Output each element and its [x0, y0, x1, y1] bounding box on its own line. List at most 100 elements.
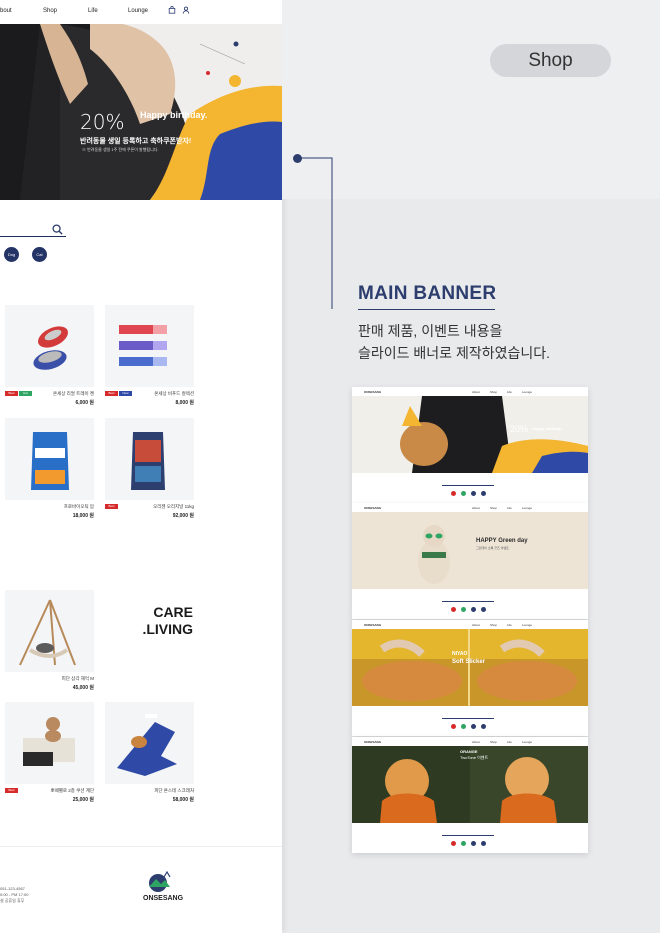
section-pill-shop: Shop — [490, 44, 611, 77]
main-banner-description: 판매 제품, 이벤트 내용을 슬라이드 배너로 제작하였습니다. — [358, 320, 550, 364]
product-name[interactable]: 오리젠 오리지널 11kg — [104, 504, 194, 510]
product-card[interactable] — [105, 418, 194, 500]
preview-banner-birthday: 20% Happy birthday. — [352, 396, 588, 473]
product-card[interactable] — [5, 305, 94, 387]
preview-search — [442, 485, 494, 486]
product-price: 45,000 원 — [72, 685, 94, 691]
orange-cat-grooming-image — [352, 629, 588, 706]
product-pouches-image — [119, 325, 167, 366]
product-name[interactable]: 온세상 비푸드 컬렉션 — [104, 391, 194, 397]
care-heading-line2: .LIVING — [142, 621, 193, 637]
preview-dot — [451, 491, 456, 496]
preview-nav-item: Life — [507, 506, 512, 510]
preview-dot — [481, 841, 486, 846]
product-card[interactable] — [5, 590, 94, 672]
preview-banner-slicker: NIYAO Soft Slicker — [352, 629, 588, 706]
category-dog-button[interactable]: Dog — [4, 247, 19, 262]
product-price: 58,000 원 — [172, 797, 194, 803]
preview-dot — [481, 491, 486, 496]
preview-nav-item: About — [472, 506, 480, 510]
preview-nav-item: Life — [507, 740, 512, 744]
product-scratcher-image — [117, 714, 177, 776]
title-underline — [358, 309, 495, 310]
preview-dot — [451, 607, 456, 612]
product-price: 25,000 원 — [72, 797, 94, 803]
cart-icon[interactable] — [168, 6, 176, 14]
nav-item-shop[interactable]: Shop — [43, 8, 57, 14]
preview-search — [442, 718, 494, 719]
hero-banner[interactable]: 20% Happy birthday. 반려동물 생일 등록하고 축하쿠폰받자!… — [0, 24, 282, 200]
product-name[interactable]: 피단 욘스테 스크래처 — [104, 788, 194, 794]
preview-nav-item: Lounge — [522, 506, 533, 510]
preview-nav-item: About — [472, 390, 480, 394]
preview-nav: ONSESANG About Shop Life Lounge — [352, 503, 588, 512]
preview-caption-big: NIYAO — [452, 651, 468, 657]
preview-nav-item: Lounge — [522, 390, 533, 394]
main-banner-title: MAIN BANNER — [358, 283, 497, 304]
banner-preview-3[interactable]: ONSESANG About Shop Life Lounge NIYAO So… — [352, 620, 588, 736]
product-price: 8,000 원 — [175, 400, 194, 406]
banner-preview-4[interactable]: ONSESANG About Shop Life Lounge ORANGE T… — [352, 737, 588, 853]
preview-nav-item: Lounge — [522, 623, 533, 627]
product-card[interactable] — [105, 305, 194, 387]
preview-nav: ONSESANG About Shop Life Lounge — [352, 737, 588, 746]
hero-headline: Happy birthday. — [140, 110, 208, 120]
product-name[interactable]: 온세상 리얼 트레이 켄 — [4, 391, 94, 397]
search-icon[interactable] — [52, 224, 63, 235]
preview-nav-item: Shop — [490, 390, 498, 394]
banner-preview-2[interactable]: ONSESANG About Shop Life Lounge HAPPY Gr… — [352, 503, 588, 619]
desc-line-2: 슬라이드 배너로 제작하였습니다. — [358, 345, 550, 361]
preview-caption-big: HAPPY Green day — [476, 538, 528, 544]
preview-caption-small: 그린데이 초록 굿즈 이벤트 — [476, 546, 509, 550]
green-day-cat-image — [352, 512, 588, 589]
preview-brand: ONSESANG — [364, 390, 382, 394]
preview-search — [442, 835, 494, 836]
nav-item-about[interactable]: bout — [0, 8, 12, 14]
preview-dot — [481, 607, 486, 612]
site-footer: 051-123-4567 0:00 - PM 17:00 설 공휴일 휴무 ON… — [0, 846, 282, 933]
footer-brand: ONSESANG — [143, 895, 184, 902]
user-icon[interactable] — [182, 6, 190, 14]
product-food-bag-image — [31, 432, 69, 490]
product-card[interactable] — [105, 702, 194, 784]
onsesang-logo-icon[interactable] — [146, 871, 174, 893]
product-name[interactable]: 뽀떼펠로 2층 쿠션 계단 — [4, 788, 94, 794]
preview-dot — [461, 841, 466, 846]
preview-nav-item: About — [472, 623, 480, 627]
preview-caption-small: TwoTone 이벤트 — [460, 755, 489, 760]
preview-nav: ONSESANG About Shop Life Lounge — [352, 387, 588, 396]
desc-line-1: 판매 제품, 이벤트 내용을 — [358, 323, 503, 339]
top-nav: bout Shop Life Lounge — [0, 0, 282, 24]
preview-nav-item: Shop — [490, 740, 498, 744]
hero-note: ※ 반려동물 생일 1주 전에 쿠폰이 발행됩니다. — [82, 147, 159, 152]
category-cat-button[interactable]: Cat — [32, 247, 47, 262]
preview-dot — [461, 607, 466, 612]
nav-item-lounge[interactable]: Lounge — [128, 8, 148, 14]
product-card[interactable] — [5, 702, 94, 784]
preview-brand: ONSESANG — [364, 740, 382, 744]
care-living-heading: CARE .LIVING — [135, 604, 193, 638]
care-heading-line1: CARE — [153, 604, 193, 620]
product-card[interactable] — [5, 418, 94, 500]
product-orijen-bag-image — [131, 432, 165, 490]
preview-caption-big: ORANGE — [460, 749, 478, 754]
product-bowl-image — [33, 326, 68, 370]
preview-dot — [481, 724, 486, 729]
preview-dot — [471, 491, 476, 496]
preview-dot — [461, 491, 466, 496]
hero-subline: 반려동물 생일 등록하고 축하쿠폰받자! — [80, 138, 192, 145]
preview-nav-item: About — [472, 740, 480, 744]
search-input[interactable] — [0, 236, 66, 237]
banner-preview-1[interactable]: ONSESANG About Shop Life Lounge 20% Happ… — [352, 387, 588, 503]
product-pet-stairs-image — [23, 717, 75, 766]
hero-percent: 20% — [80, 110, 125, 134]
preview-caption-small: Soft Slicker — [452, 659, 486, 665]
product-name[interactable]: 프로바이오틱 맘 — [4, 504, 94, 510]
preview-nav-item: Life — [507, 623, 512, 627]
product-price: 92,000 원 — [172, 513, 194, 519]
preview-search — [442, 601, 494, 602]
product-name[interactable]: 피단 삼각 해먹 M — [4, 676, 94, 682]
preview-dot — [471, 841, 476, 846]
nav-item-life[interactable]: Life — [88, 8, 98, 14]
preview-caption-big: 20% — [510, 424, 529, 434]
